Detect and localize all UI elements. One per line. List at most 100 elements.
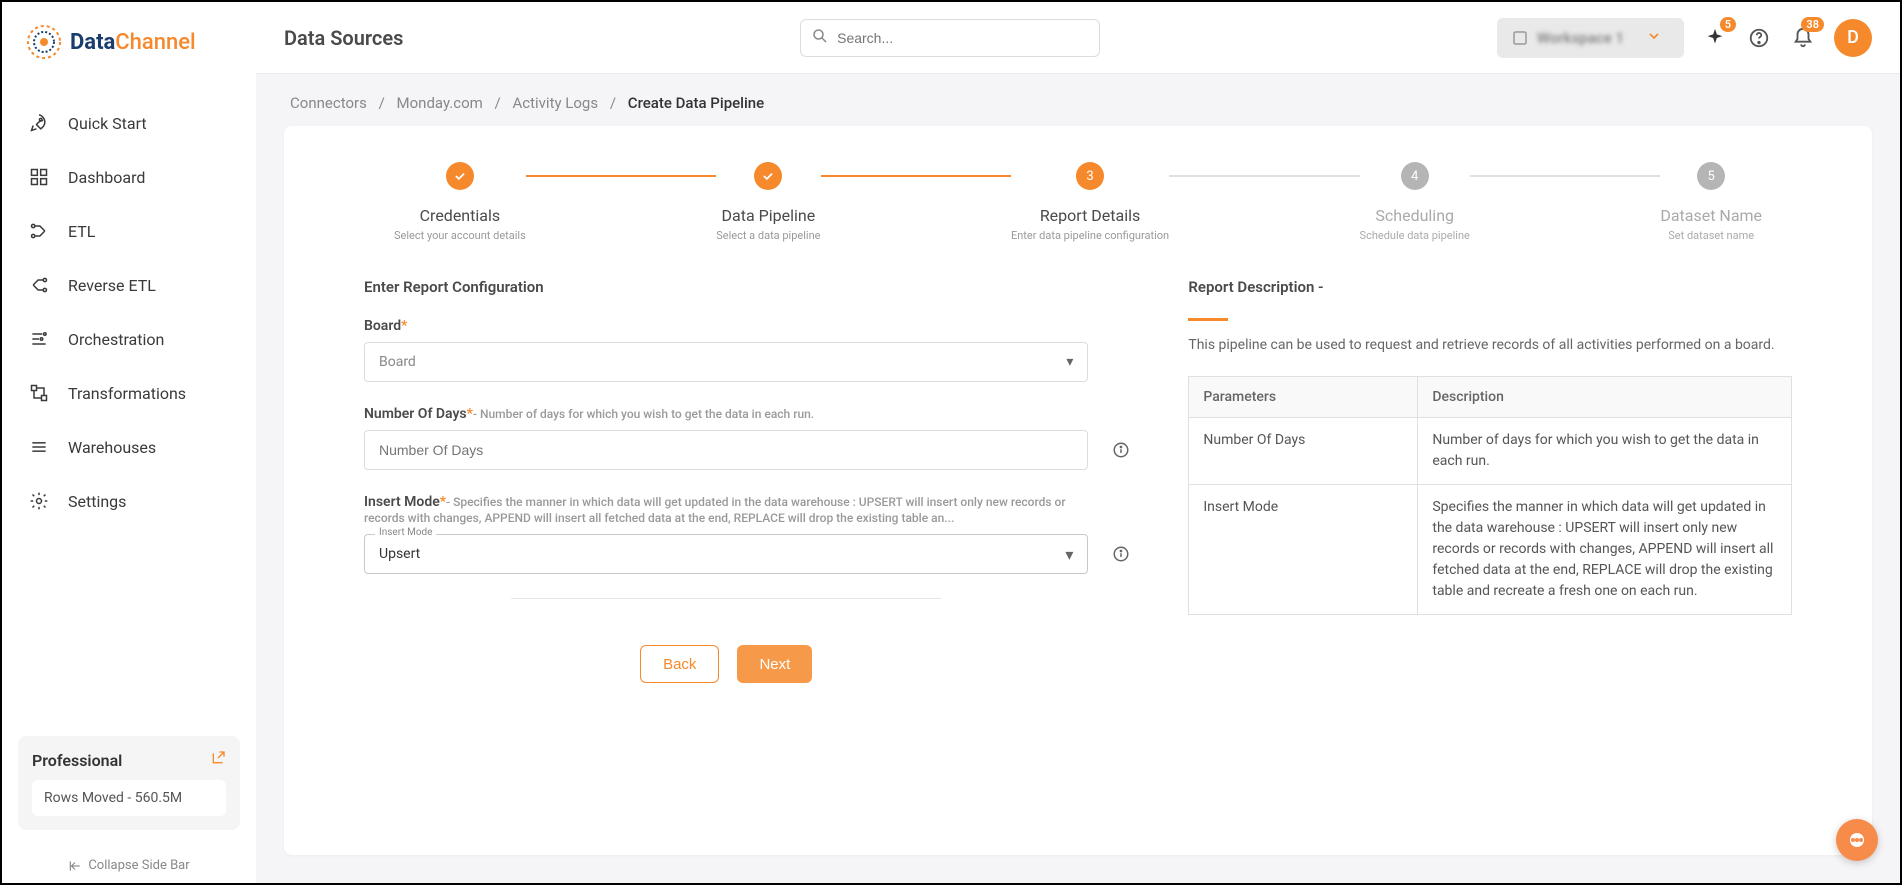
- open-plan-icon[interactable]: [210, 750, 226, 770]
- transform-icon: [28, 382, 50, 404]
- form-left: Enter Report Configuration Board* Board …: [364, 278, 1088, 683]
- plan-title: Professional: [32, 751, 122, 770]
- breadcrumb-item[interactable]: Activity Logs: [512, 94, 598, 112]
- divider: [511, 598, 941, 599]
- sidebar-item-label: Reverse ETL: [68, 276, 156, 295]
- description-text: This pipeline can be used to request and…: [1188, 335, 1792, 356]
- bell-badge: 38: [1801, 17, 1824, 32]
- step-check-icon: [754, 162, 782, 190]
- content-card: Credentials Select your account details …: [284, 126, 1872, 855]
- step-subtitle: Set dataset name: [1668, 229, 1754, 242]
- insert-mat-label: Insert Mode: [375, 527, 436, 538]
- insert-mode-select[interactable]: Insert Mode Upsert ▾: [364, 534, 1088, 574]
- step-line: [821, 175, 1011, 177]
- step-line: [1470, 175, 1660, 177]
- board-select[interactable]: Board ▾: [364, 342, 1088, 382]
- description-panel: Report Description - This pipeline can b…: [1188, 278, 1792, 683]
- param-name: Number Of Days: [1189, 418, 1418, 485]
- step-subtitle: Select a data pipeline: [716, 229, 820, 242]
- form-section-title: Enter Report Configuration: [364, 278, 1088, 296]
- description-title: Report Description -: [1188, 278, 1792, 296]
- step-title: Dataset Name: [1660, 206, 1762, 225]
- th-parameters: Parameters: [1189, 377, 1418, 418]
- step-check-icon: [446, 162, 474, 190]
- table-row: Number Of Days Number of days for which …: [1189, 418, 1792, 485]
- next-button[interactable]: Next: [737, 645, 812, 683]
- step-number: 3: [1076, 162, 1104, 190]
- breadcrumb-item[interactable]: Connectors: [290, 94, 367, 112]
- sidebar-item-settings[interactable]: Settings: [2, 474, 256, 528]
- step-subtitle: Enter data pipeline configuration: [1011, 229, 1169, 242]
- step-line: [1169, 175, 1359, 177]
- sidebar-nav: Quick Start Dashboard ETL Reverse ETL Or…: [2, 84, 256, 736]
- sidebar-item-orchestration[interactable]: Orchestration: [2, 312, 256, 366]
- insert-label: Insert Mode*- Specifies the manner in wh…: [364, 494, 1088, 526]
- step-title: Credentials: [420, 206, 501, 225]
- gear-icon: [28, 490, 50, 512]
- main: Data Sources Workspace 1 5: [256, 2, 1900, 883]
- chevron-down-icon: [1646, 28, 1670, 48]
- avatar[interactable]: D: [1834, 19, 1872, 57]
- days-label: Number Of Days*- Number of days for whic…: [364, 406, 1088, 422]
- rows-moved: Rows Moved - 560.5M: [32, 780, 226, 816]
- workspace-selector[interactable]: Workspace 1: [1497, 18, 1684, 58]
- sidebar-item-label: Dashboard: [68, 168, 145, 187]
- sidebar-item-label: Quick Start: [68, 114, 147, 133]
- info-icon[interactable]: [1112, 441, 1130, 459]
- collapse-sidebar[interactable]: Collapse Side Bar: [2, 848, 256, 883]
- etl-icon: [28, 220, 50, 242]
- th-description: Description: [1418, 377, 1792, 418]
- rocket-icon: [28, 112, 50, 134]
- page-title: Data Sources: [284, 26, 403, 50]
- logo-icon: [26, 24, 62, 60]
- breadcrumb-current: Create Data Pipeline: [628, 94, 764, 112]
- breadcrumb: Connectors / Monday.com / Activity Logs …: [256, 74, 1900, 126]
- step-data-pipeline[interactable]: Data Pipeline Select a data pipeline: [716, 162, 820, 242]
- search-input[interactable]: [837, 30, 1089, 46]
- chat-icon: [1850, 833, 1864, 847]
- step-number: 4: [1401, 162, 1429, 190]
- topbar: Data Sources Workspace 1 5: [256, 2, 1900, 74]
- logo[interactable]: DataChannel: [2, 24, 256, 84]
- param-desc: Number of days for which you wish to get…: [1418, 418, 1792, 485]
- step-scheduling[interactable]: 4 Scheduling Schedule data pipeline: [1360, 162, 1470, 242]
- sidebar-item-reverse-etl[interactable]: Reverse ETL: [2, 258, 256, 312]
- sparkle-button[interactable]: 5: [1702, 25, 1728, 51]
- accent-bar: [1188, 318, 1228, 321]
- chevron-down-icon: ▾: [1066, 354, 1073, 370]
- step-report-details[interactable]: 3 Report Details Enter data pipeline con…: [1011, 162, 1169, 242]
- grid-icon: [28, 166, 50, 188]
- step-dataset-name[interactable]: 5 Dataset Name Set dataset name: [1660, 162, 1762, 242]
- sidebar-item-warehouses[interactable]: Warehouses: [2, 420, 256, 474]
- chevron-down-icon: ▾: [1065, 545, 1073, 564]
- sidebar-item-transformations[interactable]: Transformations: [2, 366, 256, 420]
- step-line: [526, 175, 716, 177]
- sidebar-item-dashboard[interactable]: Dashboard: [2, 150, 256, 204]
- days-input[interactable]: [364, 430, 1088, 470]
- search-box[interactable]: [800, 19, 1100, 57]
- sidebar-item-label: Orchestration: [68, 330, 164, 349]
- back-button[interactable]: Back: [640, 645, 719, 683]
- stepper: Credentials Select your account details …: [284, 154, 1872, 264]
- step-number: 5: [1697, 162, 1725, 190]
- chat-fab[interactable]: [1836, 819, 1878, 861]
- sidebar-item-label: Settings: [68, 492, 126, 511]
- logo-text: DataChannel: [70, 30, 196, 55]
- workspace-name: Workspace 1: [1537, 29, 1624, 47]
- breadcrumb-item[interactable]: Monday.com: [397, 94, 483, 112]
- info-icon[interactable]: [1112, 545, 1130, 563]
- reverse-etl-icon: [28, 274, 50, 296]
- sidebar-item-quick-start[interactable]: Quick Start: [2, 96, 256, 150]
- sidebar-item-etl[interactable]: ETL: [2, 204, 256, 258]
- step-title: Data Pipeline: [722, 206, 816, 225]
- step-title: Report Details: [1040, 206, 1140, 225]
- param-name: Insert Mode: [1189, 485, 1418, 615]
- param-table: Parameters Description Number Of Days Nu…: [1188, 376, 1792, 615]
- bell-button[interactable]: 38: [1790, 25, 1816, 51]
- help-button[interactable]: [1746, 25, 1772, 51]
- step-title: Scheduling: [1375, 206, 1454, 225]
- board-placeholder: Board: [379, 354, 416, 370]
- param-desc: Specifies the manner in which data will …: [1418, 485, 1792, 615]
- step-credentials[interactable]: Credentials Select your account details: [394, 162, 526, 242]
- step-subtitle: Schedule data pipeline: [1360, 229, 1470, 242]
